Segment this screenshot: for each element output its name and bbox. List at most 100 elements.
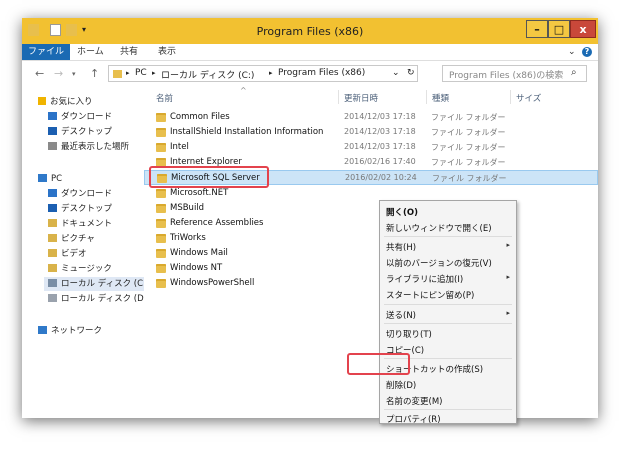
menu-item-pin-to-start[interactable]: スタートにピン留め(P) (380, 286, 516, 302)
nav-favorites[interactable]: お気に入り (38, 95, 93, 109)
tab-file[interactable]: ファイル (22, 44, 71, 60)
menu-item-properties[interactable]: プロパティ(R) (380, 410, 516, 426)
up-icon[interactable]: ↑ (90, 67, 99, 80)
file-date: 2016/02/16 17:40 (344, 157, 416, 166)
menu-item-open-new-window[interactable]: 新しいウィンドウで開く(E) (380, 219, 516, 235)
tab-share[interactable]: 共有 (120, 44, 138, 60)
file-date: 2014/12/03 17:18 (344, 142, 416, 151)
column-size[interactable]: サイズ (516, 92, 541, 104)
menu-item-cut[interactable]: 切り取り(T) (380, 325, 516, 341)
nav-fav-desktop[interactable]: デスクトップ (48, 125, 112, 139)
close-button[interactable]: x (570, 20, 596, 38)
sort-indicator-icon: ^ (240, 86, 247, 95)
documents-icon (48, 219, 57, 227)
folder-icon (156, 189, 166, 198)
menu-separator (384, 323, 512, 324)
music-icon (48, 264, 57, 272)
file-name: Common Files (170, 112, 230, 122)
column-divider[interactable] (338, 90, 339, 104)
nav-pc-music[interactable]: ミュージック (48, 262, 112, 276)
folder-icon (156, 249, 166, 258)
nav-network[interactable]: ネットワーク (38, 324, 102, 338)
download-icon (48, 189, 57, 197)
help-icon[interactable]: ? (582, 47, 592, 57)
submenu-arrow-icon: ▸ (506, 309, 510, 317)
nav-pc-videos[interactable]: ビデオ (48, 247, 87, 261)
search-icon[interactable]: ⌕ (571, 67, 577, 78)
folder-icon (156, 234, 166, 243)
recent-dropdown-icon[interactable]: ▾ (72, 70, 76, 78)
minimize-button[interactable]: – (526, 20, 548, 38)
nav-pc[interactable]: PC (38, 172, 62, 186)
network-icon (38, 326, 47, 334)
menu-item-share[interactable]: 共有(H) ▸ (380, 238, 516, 254)
column-type[interactable]: 種類 (432, 92, 449, 104)
back-icon[interactable]: ← (35, 67, 44, 80)
nav-pc-local-disk-c[interactable]: ローカル ディスク (C:) (44, 277, 149, 291)
file-type: ファイル フォルダー (431, 158, 506, 167)
file-row-common-files[interactable]: Common Files 2014/12/03 17:18 ファイル フォルダー (144, 110, 598, 125)
highlight-box-delete (347, 353, 410, 375)
maximize-button[interactable]: □ (548, 20, 570, 38)
tab-home[interactable]: ホーム (77, 44, 104, 60)
path-separator: ▸ (126, 69, 130, 77)
file-row-windows-nt[interactable]: Windows NT (144, 261, 598, 276)
column-divider[interactable] (426, 90, 427, 104)
search-input[interactable]: Program Files (x86)の検索 (449, 68, 563, 81)
star-icon (38, 97, 46, 105)
tab-view[interactable]: 表示 (158, 44, 176, 60)
file-row-reference-assemblies[interactable]: Reference Assemblies (144, 216, 598, 231)
download-icon (48, 112, 57, 120)
drive-d-icon (48, 294, 57, 302)
menu-item-add-to-library[interactable]: ライブラリに追加(I) ▸ (380, 270, 516, 286)
address-dropdown-icon[interactable]: ⌄ (392, 68, 400, 78)
drive-c-icon (48, 279, 57, 287)
nav-pc-local-disk-d[interactable]: ローカル ディスク (D:) (48, 292, 150, 306)
menu-item-delete[interactable]: 削除(D) (380, 376, 516, 392)
file-date: 2014/12/03 17:18 (344, 127, 416, 136)
file-name: Microsoft.NET (170, 188, 229, 198)
menu-separator (384, 304, 512, 305)
menu-separator (384, 236, 512, 237)
nav-pc-downloads[interactable]: ダウンロード (48, 187, 112, 201)
search-box[interactable]: Program Files (x86)の検索 ⌕ (442, 65, 587, 82)
folder-icon (156, 128, 166, 137)
menu-item-rename[interactable]: 名前の変更(M) (380, 392, 516, 408)
menu-item-open[interactable]: 開く(O) (380, 203, 516, 219)
breadcrumb-pc[interactable]: PC (135, 68, 147, 78)
forward-icon[interactable]: → (54, 67, 63, 80)
file-name: InstallShield Installation Information (170, 127, 324, 137)
file-row-microsoft-net[interactable]: Microsoft.NET (144, 186, 598, 201)
path-separator: ▸ (269, 69, 273, 77)
navigation-pane: お気に入り ダウンロード デスクトップ 最近表示した場所 PC ダウンロード デ… (22, 88, 150, 418)
nav-pc-documents[interactable]: ドキュメント (48, 217, 112, 231)
column-date[interactable]: 更新日時 (344, 92, 378, 104)
menu-item-restore-previous[interactable]: 以前のバージョンの復元(V) (380, 254, 516, 270)
address-bar[interactable]: ▸ PC ▸ ローカル ディスク (C:) ▸ Program Files (x… (108, 65, 418, 82)
recent-places-icon (48, 142, 57, 150)
file-row-installshield[interactable]: InstallShield Installation Information 2… (144, 125, 598, 140)
nav-fav-recent[interactable]: 最近表示した場所 (48, 140, 129, 154)
file-row-triworks[interactable]: TriWorks (144, 231, 598, 246)
folder-icon (156, 204, 166, 213)
menu-item-send-to[interactable]: 送る(N) ▸ (380, 306, 516, 322)
title-bar[interactable]: ▾ Program Files (x86) – □ x (22, 18, 598, 44)
file-row-windows-mail[interactable]: Windows Mail (144, 246, 598, 261)
address-row: ← → ▾ ↑ ▸ PC ▸ ローカル ディスク (C:) ▸ Program … (22, 61, 598, 87)
folder-icon (156, 279, 166, 288)
column-divider[interactable] (510, 90, 511, 104)
file-date: 2014/12/03 17:18 (344, 112, 416, 121)
videos-icon (48, 249, 57, 257)
refresh-icon[interactable]: ↻ (407, 68, 415, 78)
breadcrumb-program-files-x86[interactable]: Program Files (x86) (278, 68, 365, 78)
column-name[interactable]: 名前 (156, 92, 173, 104)
ribbon-collapse-icon[interactable]: ⌄ (568, 44, 576, 60)
nav-fav-downloads[interactable]: ダウンロード (48, 110, 112, 124)
breadcrumb-local-disk-c[interactable]: ローカル ディスク (C:) (161, 68, 254, 81)
file-row-intel[interactable]: Intel 2014/12/03 17:18 ファイル フォルダー (144, 140, 598, 155)
file-row-msbuild[interactable]: MSBuild (144, 201, 598, 216)
file-row-windowspowershell[interactable]: WindowsPowerShell (144, 276, 598, 291)
nav-pc-pictures[interactable]: ピクチャ (48, 232, 95, 246)
nav-pc-desktop[interactable]: デスクトップ (48, 202, 112, 216)
file-name: Windows NT (170, 263, 223, 273)
